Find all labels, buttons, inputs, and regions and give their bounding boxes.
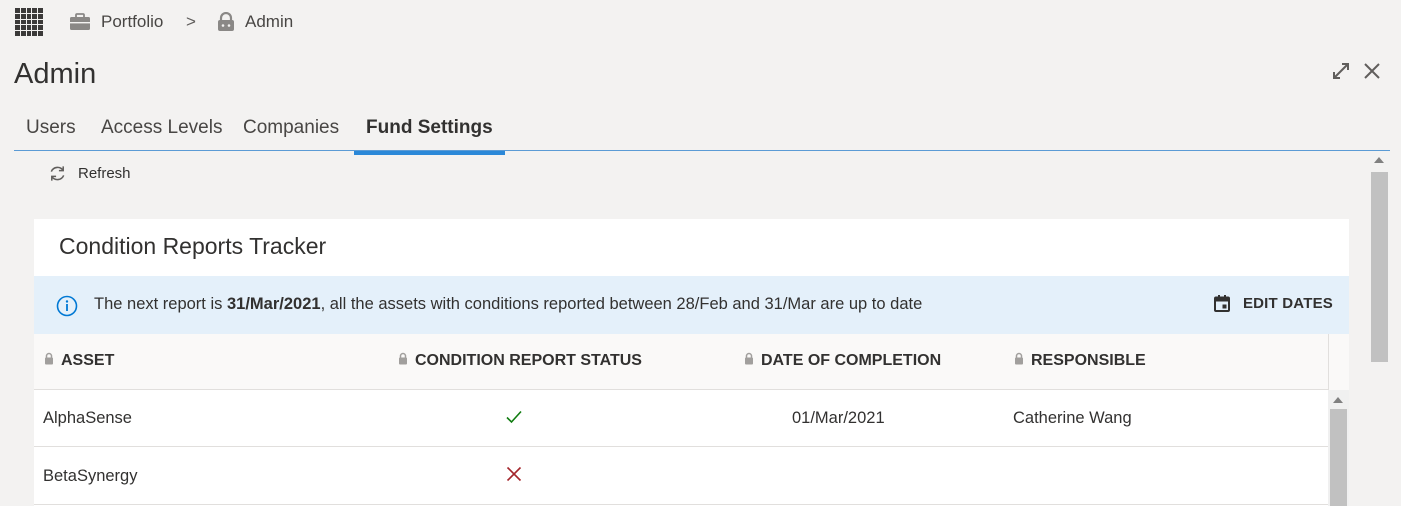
breadcrumb-label: Admin bbox=[245, 12, 294, 31]
top-bar: Portfolio > Admin bbox=[0, 0, 1401, 44]
scroll-up-icon[interactable] bbox=[1333, 397, 1343, 403]
lock-icon bbox=[218, 12, 234, 31]
column-header-status[interactable]: CONDITION REPORT STATUS bbox=[398, 352, 642, 370]
cell-asset: BetaSynergy bbox=[43, 467, 138, 485]
briefcase-icon bbox=[70, 13, 90, 30]
breadcrumb-portfolio[interactable]: Portfolio bbox=[69, 12, 163, 32]
lock-icon bbox=[1015, 352, 1023, 364]
table-scrollbar[interactable] bbox=[1328, 390, 1349, 506]
status-complete-icon bbox=[505, 408, 523, 431]
page-title: Admin bbox=[14, 58, 97, 90]
scroll-up-icon[interactable] bbox=[1374, 157, 1384, 163]
scrollbar-thumb[interactable] bbox=[1330, 409, 1347, 506]
card-title: Condition Reports Tracker bbox=[59, 233, 327, 259]
info-prefix: The next report is bbox=[94, 295, 227, 313]
lock-icon bbox=[45, 352, 53, 364]
column-label: CONDITION REPORT STATUS bbox=[415, 352, 642, 369]
cell-asset: AlphaSense bbox=[43, 409, 132, 427]
status-incomplete-icon bbox=[505, 465, 523, 488]
calendar-icon bbox=[1213, 295, 1230, 312]
lock-icon bbox=[745, 352, 753, 364]
table-header: ASSET CONDITION REPORT STATUS DATE OF CO… bbox=[34, 334, 1328, 390]
breadcrumb-separator: > bbox=[186, 12, 196, 31]
edit-dates-button[interactable]: EDIT DATES bbox=[1213, 295, 1333, 312]
expand-icon[interactable] bbox=[1331, 61, 1351, 86]
cell-responsible: Catherine Wang bbox=[1013, 409, 1132, 427]
breadcrumb-admin[interactable]: Admin bbox=[217, 12, 293, 32]
breadcrumb-label: Portfolio bbox=[101, 12, 164, 31]
close-icon[interactable] bbox=[1362, 61, 1382, 86]
column-header-date[interactable]: DATE OF COMPLETION bbox=[744, 352, 941, 370]
lock-icon bbox=[399, 352, 407, 364]
edit-dates-label: EDIT DATES bbox=[1242, 295, 1333, 312]
table-header-spacer bbox=[1328, 334, 1349, 390]
info-message: The next report is 31/Mar/2021, all the … bbox=[94, 295, 922, 314]
next-report-date: 31/Mar/2021 bbox=[226, 295, 321, 313]
cell-date: 01/Mar/2021 bbox=[792, 409, 885, 427]
column-label: ASSET bbox=[61, 352, 115, 369]
app-launcher-icon[interactable] bbox=[15, 8, 43, 36]
tab-bar: Users Access Levels Companies Fund Setti… bbox=[14, 112, 1390, 155]
refresh-label: Refresh bbox=[78, 165, 131, 182]
tab-access-levels[interactable]: Access Levels bbox=[89, 117, 234, 150]
refresh-button[interactable]: Refresh bbox=[48, 164, 131, 183]
table-row[interactable]: BetaSynergy bbox=[34, 448, 1328, 505]
info-banner: The next report is 31/Mar/2021, all the … bbox=[34, 276, 1349, 334]
info-icon bbox=[56, 295, 78, 317]
tab-fund-settings[interactable]: Fund Settings bbox=[354, 117, 505, 155]
page-scrollbar[interactable] bbox=[1369, 155, 1389, 506]
column-header-responsible[interactable]: RESPONSIBLE bbox=[1014, 352, 1146, 370]
column-label: RESPONSIBLE bbox=[1031, 352, 1146, 369]
column-header-asset[interactable]: ASSET bbox=[44, 352, 114, 370]
tab-users[interactable]: Users bbox=[14, 117, 88, 150]
scrollbar-thumb[interactable] bbox=[1371, 172, 1388, 362]
condition-reports-card: Condition Reports Tracker The next repor… bbox=[34, 219, 1349, 506]
refresh-icon bbox=[50, 166, 65, 181]
column-label: DATE OF COMPLETION bbox=[761, 352, 942, 369]
table-row[interactable]: AlphaSense 01/Mar/2021 Catherine Wang bbox=[34, 390, 1328, 447]
tab-companies[interactable]: Companies bbox=[231, 117, 351, 150]
info-suffix: , all the assets with conditions reporte… bbox=[320, 295, 923, 313]
